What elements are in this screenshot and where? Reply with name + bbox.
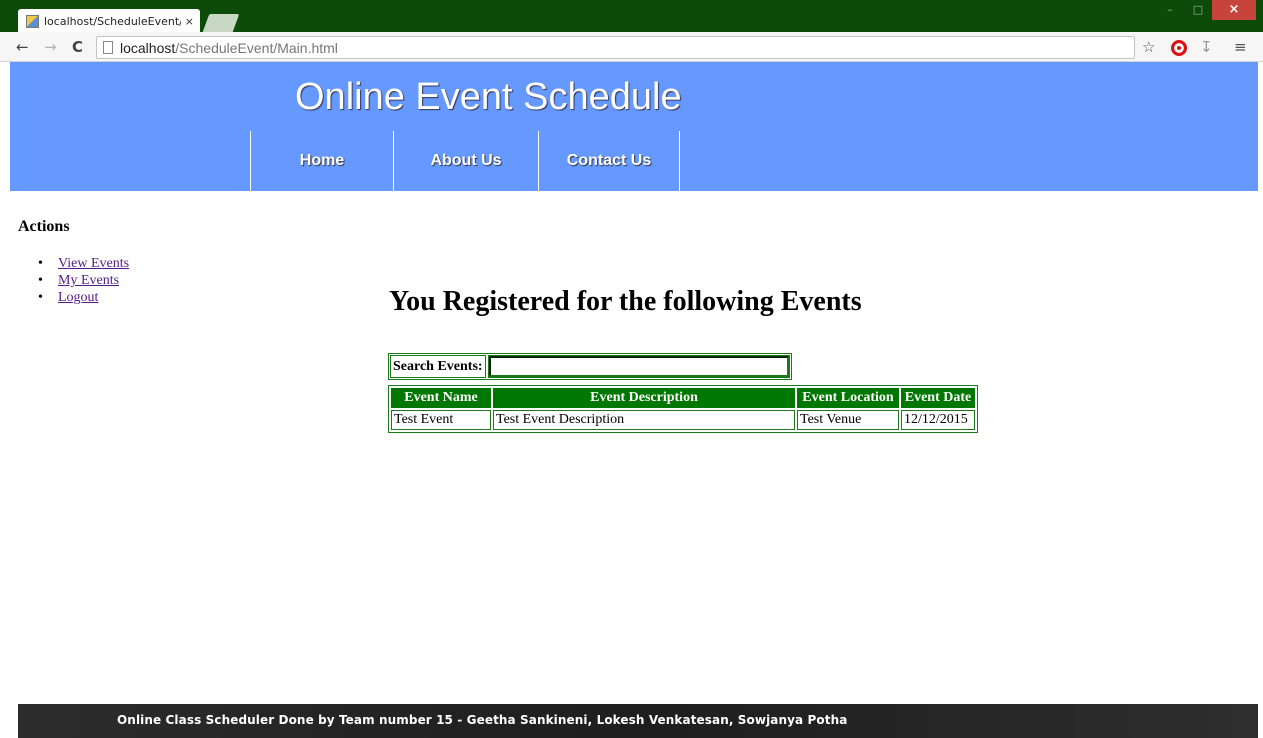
browser-tab[interactable]: localhost/ScheduleEvent/ × bbox=[18, 9, 200, 33]
nav-contact-link[interactable]: Contact Us bbox=[538, 131, 680, 191]
table-header-row: Event Name Event Description Event Locat… bbox=[391, 388, 975, 408]
actions-list: View Events My Events Logout bbox=[18, 255, 218, 306]
main-nav: Home About Us Contact Us bbox=[250, 131, 680, 191]
bookmark-star-icon[interactable]: ☆ bbox=[1142, 38, 1155, 56]
search-label: Search Events: bbox=[390, 355, 486, 378]
column-header: Event Date bbox=[901, 388, 975, 408]
footer-text: Online Class Scheduler Done by Team numb… bbox=[117, 713, 848, 727]
events-table: Event Name Event Description Event Locat… bbox=[388, 385, 978, 433]
column-header: Event Location bbox=[797, 388, 899, 408]
page-icon bbox=[103, 41, 113, 54]
url-host: localhost bbox=[120, 39, 176, 56]
search-input[interactable] bbox=[488, 356, 789, 377]
table-cell: Test Venue bbox=[797, 410, 899, 430]
back-arrow-icon[interactable]: ← bbox=[16, 38, 29, 56]
download-extension-icon[interactable]: ↧ bbox=[1200, 38, 1213, 56]
nav-home-link[interactable]: Home bbox=[250, 131, 393, 191]
table-cell: Test Event Description bbox=[493, 410, 795, 430]
column-header: Event Description bbox=[493, 388, 795, 408]
nav-about-link[interactable]: About Us bbox=[393, 131, 538, 191]
address-bar[interactable]: localhost /ScheduleEvent/Main.html bbox=[96, 36, 1135, 59]
search-cell bbox=[487, 355, 790, 378]
tab-close-icon[interactable]: × bbox=[185, 15, 194, 28]
menu-icon[interactable]: ≡ bbox=[1234, 38, 1247, 56]
view-events-link[interactable]: View Events bbox=[58, 256, 129, 271]
column-header: Event Name bbox=[391, 388, 491, 408]
browser-titlebar: localhost/ScheduleEvent/ × – □ × bbox=[0, 0, 1263, 33]
page-title: You Registered for the following Events bbox=[389, 286, 862, 317]
minimize-button[interactable]: – bbox=[1156, 0, 1184, 20]
url-path: /ScheduleEvent/Main.html bbox=[175, 39, 338, 56]
list-item: View Events bbox=[38, 255, 218, 272]
logout-link[interactable]: Logout bbox=[58, 290, 98, 305]
site-header: Online Event Schedule Home About Us Cont… bbox=[10, 62, 1258, 191]
opera-extension-icon[interactable] bbox=[1171, 40, 1187, 56]
search-box: Search Events: bbox=[388, 353, 792, 380]
sidebar-heading: Actions bbox=[18, 218, 70, 235]
maximize-button[interactable]: □ bbox=[1184, 0, 1212, 20]
actions-sidebar: Actions View Events My Events Logout bbox=[18, 218, 218, 306]
browser-toolbar: ← → C localhost /ScheduleEvent/Main.html… bbox=[0, 32, 1263, 62]
tab-title: localhost/ScheduleEvent/ bbox=[44, 14, 181, 28]
table-row: Test Event Test Event Description Test V… bbox=[391, 410, 975, 430]
forward-arrow-icon[interactable]: → bbox=[44, 38, 57, 56]
close-window-button[interactable]: × bbox=[1212, 0, 1256, 20]
new-tab-button[interactable] bbox=[202, 14, 240, 32]
site-footer: Online Class Scheduler Done by Team numb… bbox=[18, 704, 1258, 738]
list-item: Logout bbox=[38, 289, 218, 306]
reload-icon[interactable]: C bbox=[72, 38, 83, 56]
table-cell: 12/12/2015 bbox=[901, 410, 975, 430]
list-item: My Events bbox=[38, 272, 218, 289]
my-events-link[interactable]: My Events bbox=[58, 273, 119, 288]
favicon-icon bbox=[26, 14, 39, 28]
site-title: Online Event Schedule bbox=[295, 76, 682, 118]
table-cell: Test Event bbox=[391, 410, 491, 430]
